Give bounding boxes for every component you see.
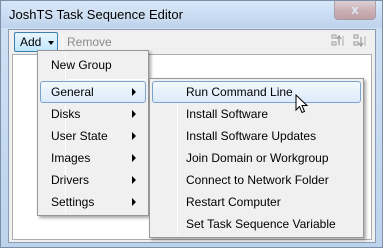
menu-item-label: Settings (51, 195, 95, 209)
submenu-arrow-icon (132, 198, 136, 206)
menu-item-images[interactable]: Images (40, 147, 146, 169)
menu-item-label: Set Task Sequence Variable (186, 217, 336, 231)
menu-item-label: Images (51, 151, 91, 165)
menu-item-general[interactable]: General (40, 81, 146, 103)
menu-item-label: New Group (51, 58, 112, 72)
remove-button[interactable]: Remove (67, 35, 112, 49)
menu-item-restart-computer[interactable]: Restart Computer (152, 191, 361, 213)
menu-item-label: Disks (51, 107, 81, 121)
general-submenu: Run Command Line Install Software Instal… (149, 78, 364, 238)
chevron-down-icon (48, 41, 54, 45)
submenu-arrow-icon (132, 132, 136, 140)
move-down-icon[interactable] (352, 33, 368, 49)
window-title: JoshTS Task Sequence Editor (9, 7, 183, 22)
menu-item-install-software-updates[interactable]: Install Software Updates (152, 125, 361, 147)
menu-item-new-group[interactable]: New Group (40, 54, 146, 76)
menu-item-label: Install Software Updates (186, 129, 317, 143)
menu-item-label: Restart Computer (186, 195, 281, 209)
submenu-arrow-icon (132, 176, 136, 184)
menu-item-connect-network-folder[interactable]: Connect to Network Folder (152, 169, 361, 191)
menu-item-run-command-line[interactable]: Run Command Line (152, 81, 361, 103)
submenu-arrow-icon (132, 110, 136, 118)
menu-item-settings[interactable]: Settings (40, 191, 146, 213)
menu-item-label: User State (51, 129, 108, 143)
add-menu: New Group General Disks User State Image… (37, 50, 149, 216)
menu-item-label: Connect to Network Folder (186, 173, 329, 187)
menu-item-drivers[interactable]: Drivers (40, 169, 146, 191)
add-button-label: Add (20, 35, 42, 49)
add-dropdown-button[interactable]: Add (14, 32, 58, 52)
menu-separator (68, 79, 146, 80)
submenu-arrow-icon (132, 154, 136, 162)
close-icon: x (351, 2, 359, 17)
move-up-icon[interactable] (330, 33, 346, 49)
menu-item-label: General (51, 85, 94, 99)
menu-item-set-task-sequence-variable[interactable]: Set Task Sequence Variable (152, 213, 361, 235)
title-bar[interactable]: JoshTS Task Sequence Editor x (1, 1, 382, 28)
menu-item-join-domain[interactable]: Join Domain or Workgroup (152, 147, 361, 169)
menu-item-label: Run Command Line (186, 85, 293, 99)
menu-item-user-state[interactable]: User State (40, 125, 146, 147)
toolbar-separator (62, 34, 63, 50)
close-button[interactable]: x (334, 1, 376, 20)
menu-item-label: Join Domain or Workgroup (186, 151, 329, 165)
menu-item-disks[interactable]: Disks (40, 103, 146, 125)
menu-item-label: Drivers (51, 173, 89, 187)
menu-item-label: Install Software (186, 107, 269, 121)
menu-item-install-software[interactable]: Install Software (152, 103, 361, 125)
mouse-cursor-icon (295, 94, 309, 114)
submenu-arrow-icon (132, 88, 136, 96)
